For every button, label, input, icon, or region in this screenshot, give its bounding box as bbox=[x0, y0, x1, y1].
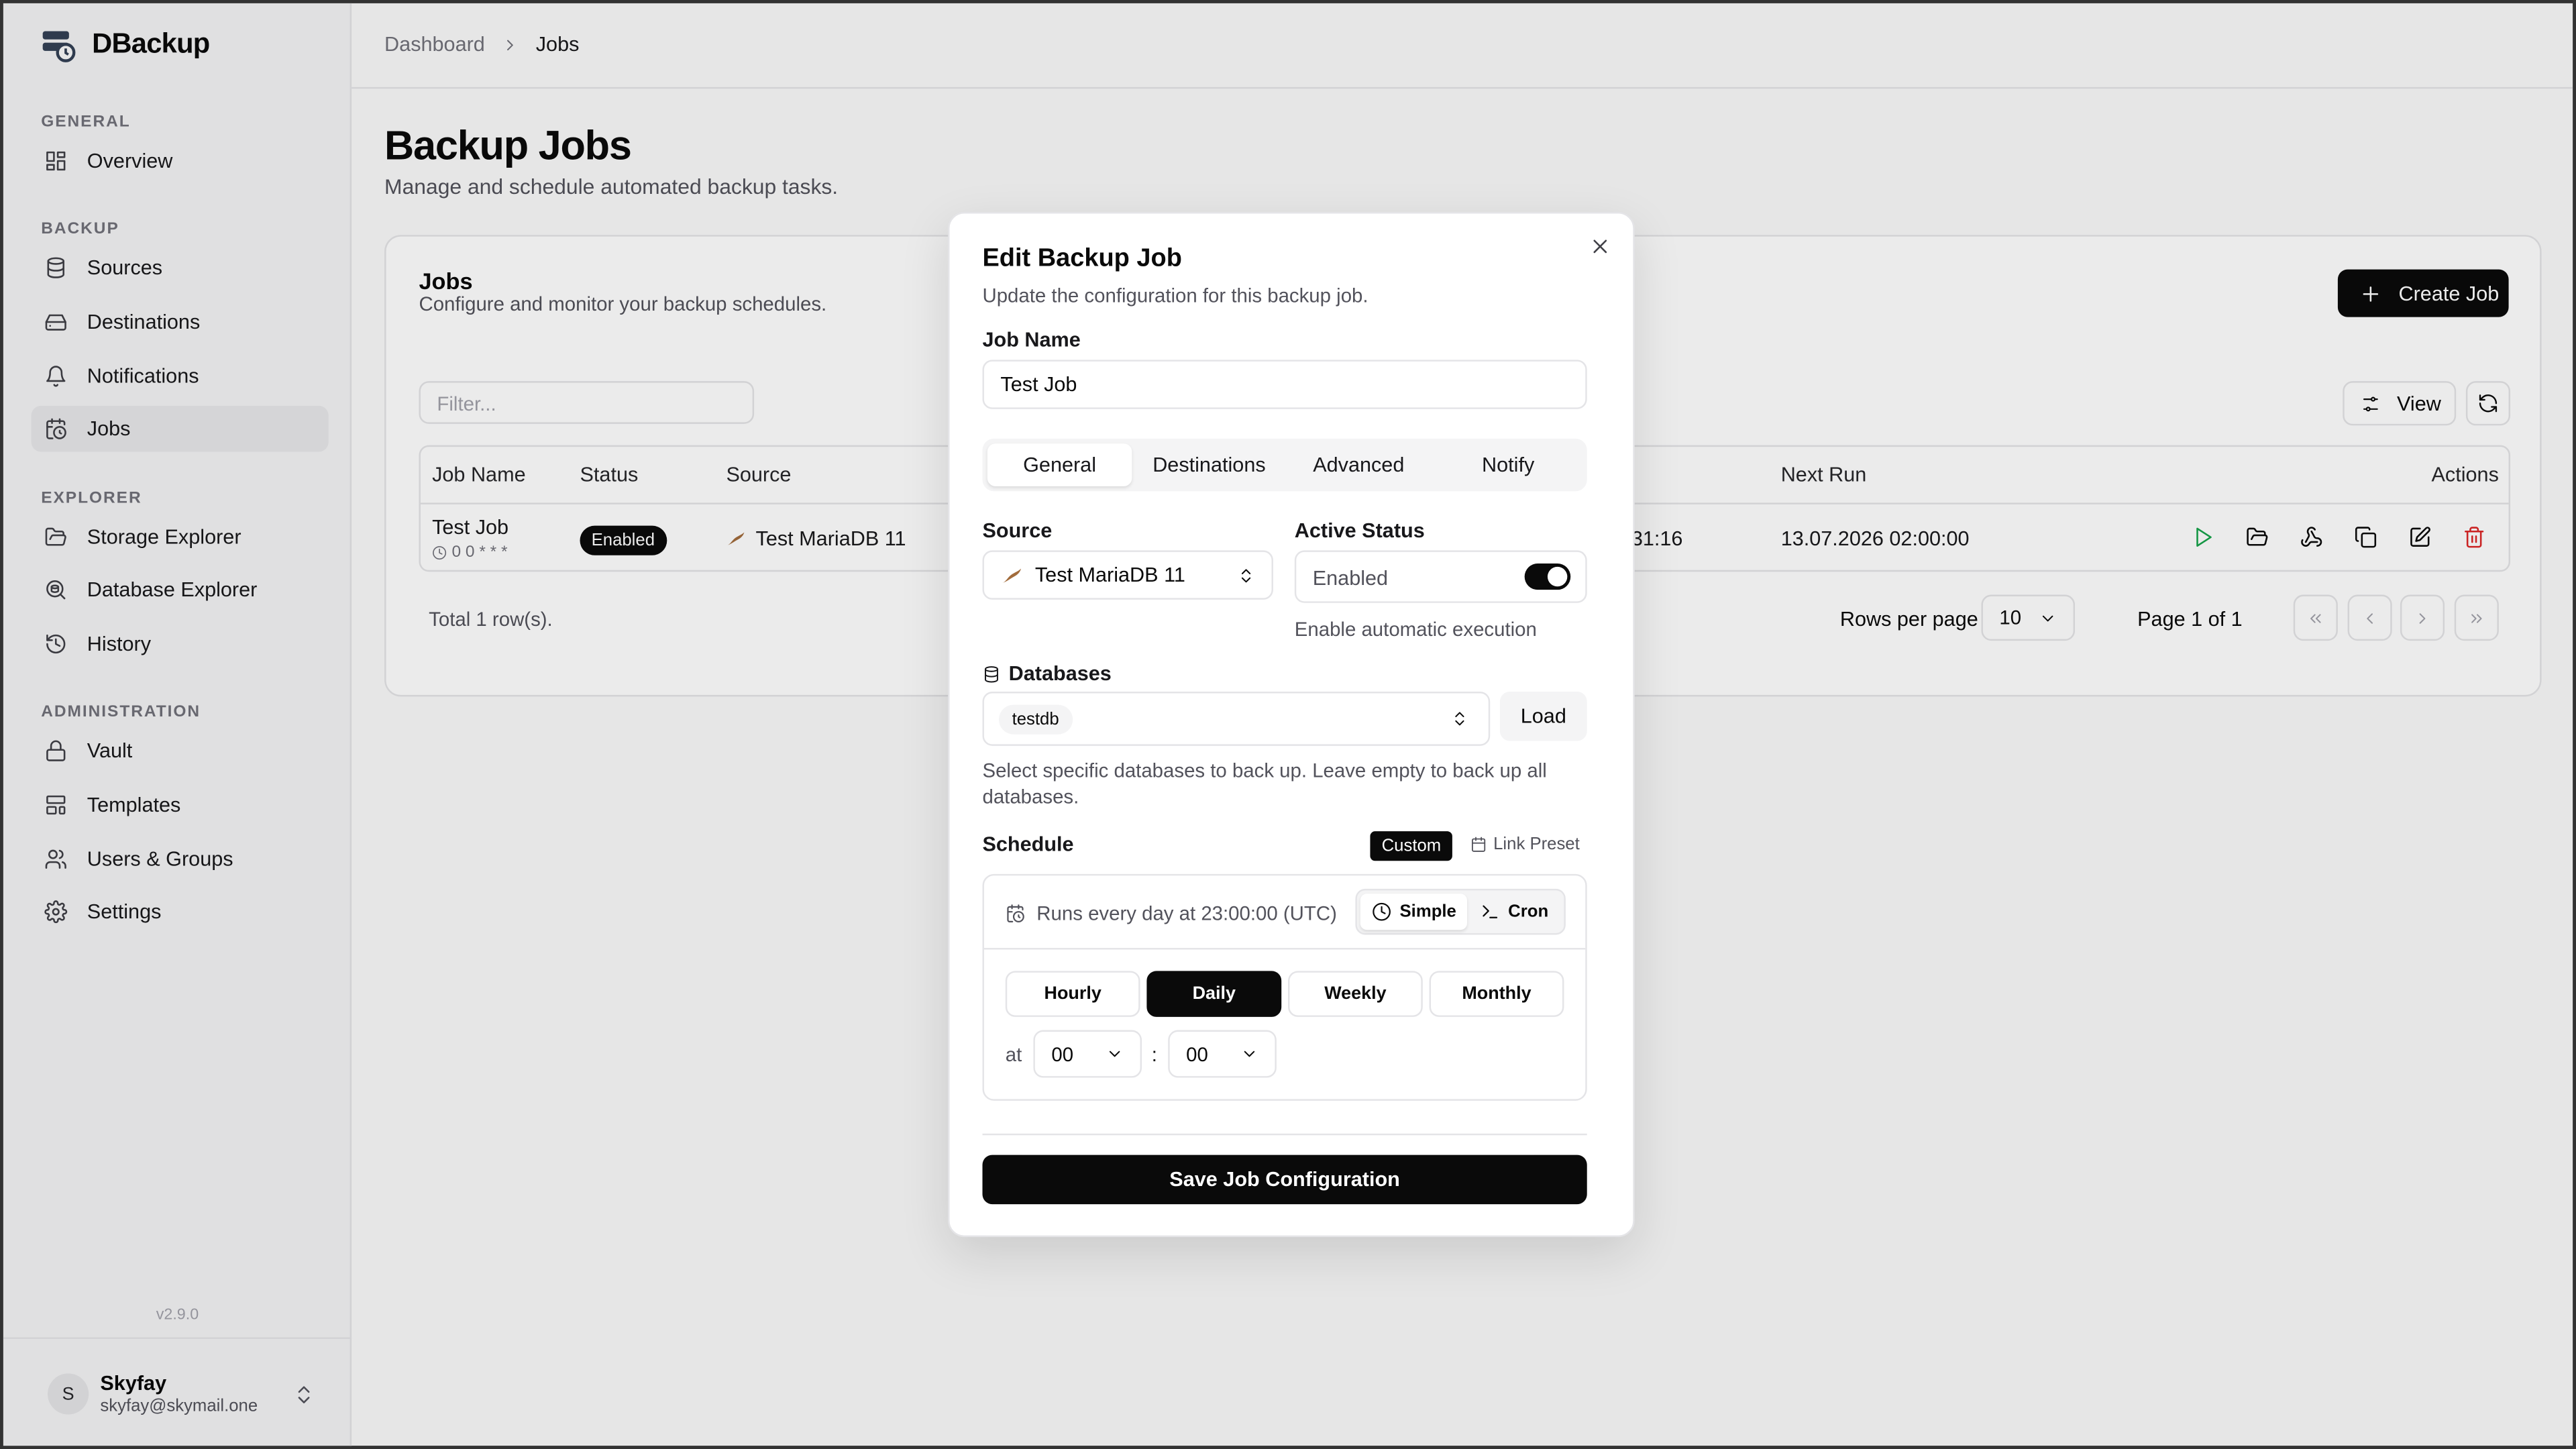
close-icon[interactable] bbox=[1589, 235, 1611, 258]
minute-value: 00 bbox=[1186, 1042, 1208, 1066]
chevrons-up-down-icon bbox=[1241, 568, 1251, 582]
calendar-icon bbox=[1471, 837, 1486, 852]
frequency-weekly[interactable]: Weekly bbox=[1288, 971, 1423, 1017]
source-select[interactable]: Test MariaDB 11 bbox=[982, 550, 1273, 600]
app-window: DBackup GENERAL Overview BACKUP Sources … bbox=[0, 0, 2576, 1449]
job-name-field[interactable]: Test Job bbox=[982, 360, 1587, 409]
active-status-toggle[interactable] bbox=[1524, 564, 1571, 590]
tab-destinations[interactable]: Destinations bbox=[1137, 443, 1282, 486]
schedule-mode-toggle: Simple Cron bbox=[1355, 888, 1566, 935]
link-preset-button[interactable]: Link Preset bbox=[1470, 835, 1580, 854]
link-preset-label: Link Preset bbox=[1493, 835, 1580, 855]
dialog-title: Edit Backup Job bbox=[982, 244, 1182, 273]
at-label: at bbox=[1005, 1043, 1022, 1067]
divider bbox=[982, 1133, 1587, 1136]
mode-cron-label: Cron bbox=[1508, 902, 1549, 922]
source-select-value: Test MariaDB 11 bbox=[1034, 564, 1185, 587]
active-status-label: Active Status bbox=[1294, 519, 1425, 543]
frequency-hourly[interactable]: Hourly bbox=[1005, 971, 1140, 1017]
schedule-custom-button[interactable]: Custom bbox=[1370, 831, 1453, 861]
database-chip[interactable]: testdb bbox=[998, 704, 1073, 735]
chevron-down-icon bbox=[1244, 1051, 1255, 1057]
minute-select[interactable]: 00 bbox=[1168, 1030, 1277, 1078]
tab-general[interactable]: General bbox=[987, 443, 1132, 486]
tab-advanced[interactable]: Advanced bbox=[1287, 443, 1432, 486]
mode-simple-label: Simple bbox=[1399, 902, 1456, 922]
edit-job-dialog: Edit Backup Job Update the configuration… bbox=[948, 211, 1635, 1238]
frequency-daily[interactable]: Daily bbox=[1146, 971, 1282, 1017]
load-databases-button[interactable]: Load bbox=[1499, 692, 1587, 741]
schedule-label: Schedule bbox=[982, 833, 1074, 856]
frequency-monthly[interactable]: Monthly bbox=[1429, 971, 1564, 1017]
active-status-hint: Enable automatic execution bbox=[1294, 617, 1537, 641]
databases-hint: Select specific databases to back up. Le… bbox=[982, 759, 1547, 808]
mode-cron-button[interactable]: Cron bbox=[1468, 894, 1560, 930]
dialog-tabs: General Destinations Advanced Notify bbox=[982, 438, 1587, 492]
mariadb-icon bbox=[1002, 568, 1022, 582]
terminal-icon bbox=[1483, 905, 1498, 918]
schedule-description-text: Runs every day at 23:00:00 (UTC) bbox=[1036, 902, 1337, 925]
job-name-label: Job Name bbox=[982, 328, 1081, 352]
active-status-value: Enabled bbox=[1312, 566, 1389, 590]
schedule-description: Runs every day at 23:00:00 (UTC) bbox=[1006, 902, 1337, 925]
schedule-header: Runs every day at 23:00:00 (UTC) Simple … bbox=[983, 875, 1586, 950]
chevron-down-icon bbox=[1109, 1051, 1120, 1057]
hour-select[interactable]: 00 bbox=[1033, 1030, 1142, 1078]
database-icon bbox=[984, 665, 998, 682]
databases-label: Databases bbox=[1008, 661, 1112, 686]
time-separator: : bbox=[1151, 1043, 1157, 1067]
dialog-subtitle: Update the configuration for this backup… bbox=[982, 284, 1368, 307]
chevrons-up-down-icon bbox=[1455, 712, 1464, 726]
clock-icon bbox=[1373, 902, 1391, 921]
source-label: Source bbox=[982, 519, 1053, 543]
calendar-clock-icon bbox=[1007, 904, 1024, 922]
tab-notify[interactable]: Notify bbox=[1436, 443, 1580, 486]
schedule-editor: Runs every day at 23:00:00 (UTC) Simple … bbox=[982, 873, 1587, 1101]
hour-value: 00 bbox=[1051, 1042, 1074, 1066]
save-job-button[interactable]: Save Job Configuration bbox=[982, 1155, 1587, 1205]
databases-label-row: Databases bbox=[982, 661, 1112, 686]
mode-simple-button[interactable]: Simple bbox=[1360, 894, 1468, 930]
